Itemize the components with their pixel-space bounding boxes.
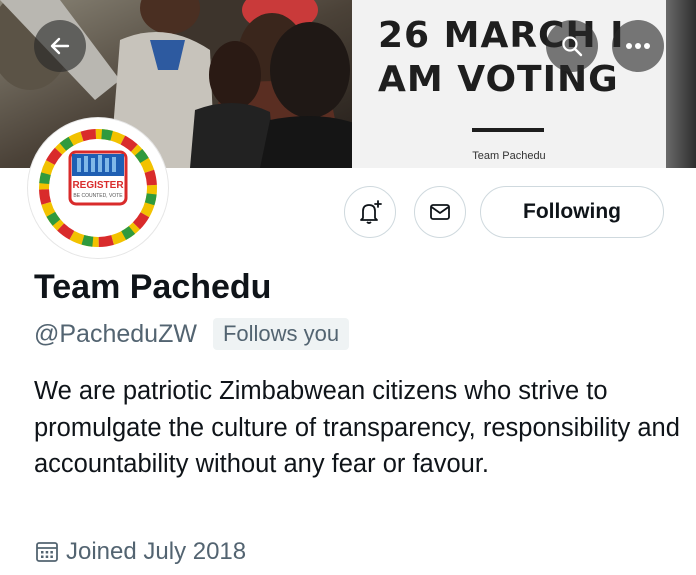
avatar[interactable]: REGISTER BE COUNTED, VOTE [28, 118, 168, 258]
message-button[interactable] [414, 186, 466, 238]
register-vote-logo: REGISTER BE COUNTED, VOTE [39, 129, 157, 247]
joined-date: Joined July 2018 [66, 538, 247, 565]
search-button[interactable] [546, 20, 598, 72]
more-button[interactable] [612, 20, 664, 72]
follows-you-badge: Follows you [212, 318, 350, 350]
calendar-icon [36, 542, 58, 562]
more-icon [626, 43, 650, 49]
back-button[interactable] [34, 20, 86, 72]
handle-row: @PacheduZW Follows you [34, 318, 350, 350]
display-name: Team Pachedu [34, 268, 272, 306]
search-icon [562, 36, 583, 57]
logo-register-text: REGISTER [72, 180, 124, 191]
notifications-button[interactable] [344, 186, 396, 238]
arrow-left-icon [50, 37, 70, 55]
envelope-icon [430, 204, 450, 220]
logo-tagline-text: BE COUNTED, VOTE [73, 193, 123, 199]
bell-plus-icon [360, 200, 382, 224]
banner-divider [472, 128, 544, 132]
banner-signature: Team Pachedu [472, 150, 546, 162]
following-button[interactable]: Following [480, 186, 664, 238]
user-handle: @PacheduZW [34, 319, 197, 348]
joined-date-row: Joined July 2018 [34, 538, 246, 566]
profile-bio: We are patriotic Zimbabwean citizens who… [34, 377, 680, 478]
banner-photo-edge [666, 0, 696, 168]
